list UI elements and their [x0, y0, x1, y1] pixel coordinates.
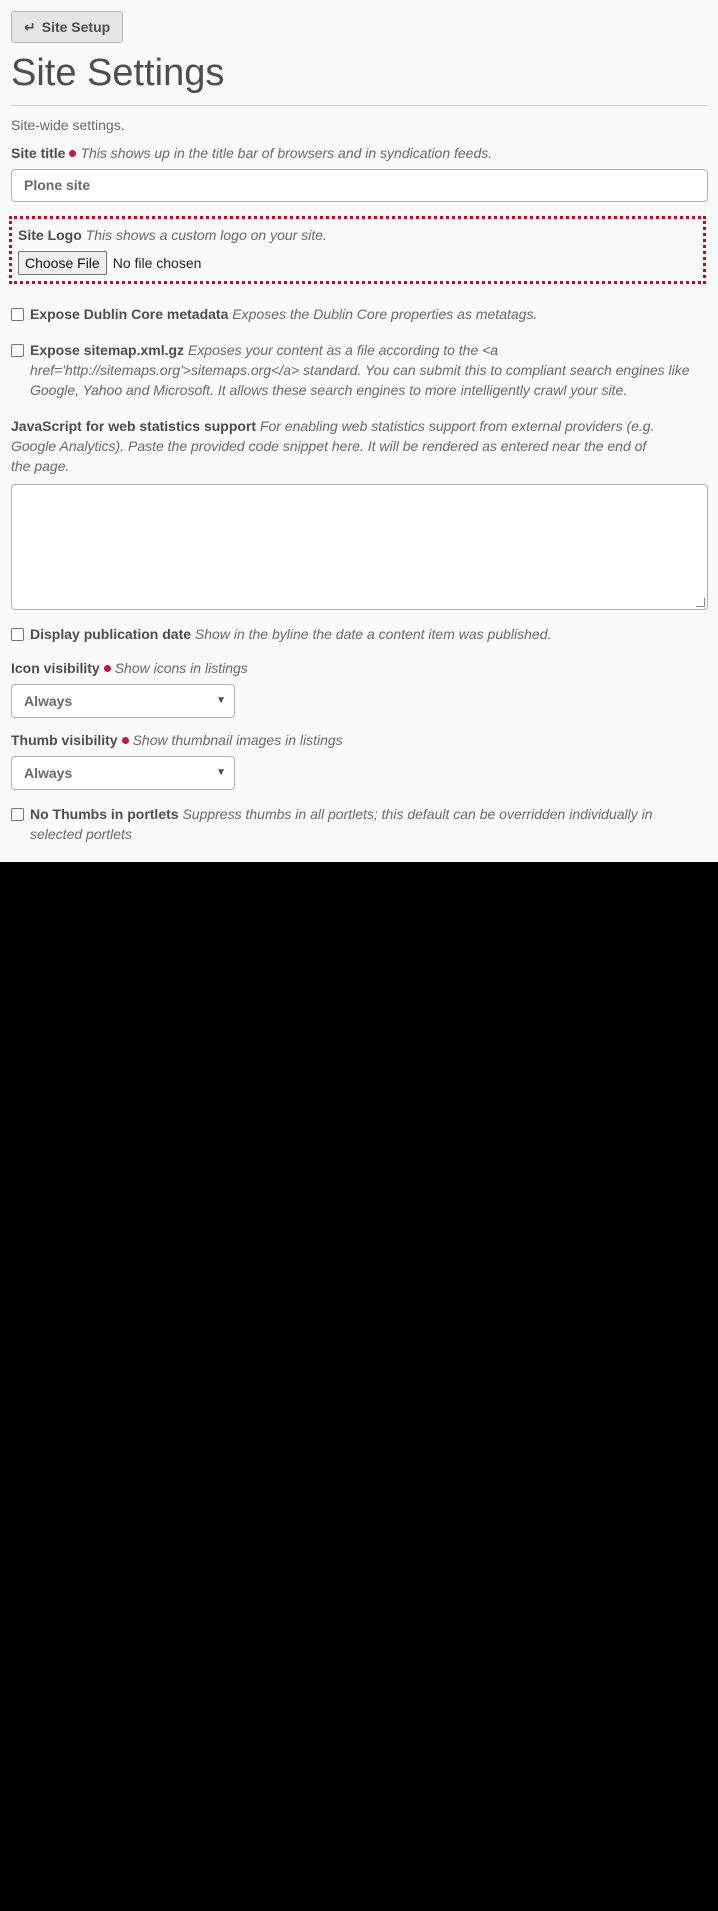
site-logo-label: Site Logo: [18, 226, 82, 243]
return-arrow-icon: ↵: [24, 18, 36, 35]
thumb-visibility-field: Thumb visibility Show thumbnail images in…: [11, 732, 708, 790]
pubdate-field: Display publication date Show in the byl…: [11, 624, 708, 644]
icon-visibility-label: Icon visibility: [11, 659, 100, 676]
icon-visibility-value: Always: [24, 692, 73, 709]
dublin-core-help: Exposes the Dublin Core properties as me…: [232, 305, 538, 322]
webstats-label: JavaScript for web statistics support: [11, 417, 257, 434]
dublin-core-checkbox[interactable]: [11, 307, 24, 321]
choose-file-button[interactable]: Choose File: [18, 250, 107, 275]
icon-visibility-select[interactable]: Always ▼: [11, 683, 235, 718]
dublin-core-label: Expose Dublin Core metadata: [30, 305, 229, 322]
file-status: No file chosen: [112, 254, 202, 271]
site-setup-label: Site Setup: [41, 19, 111, 35]
required-icon: [103, 665, 111, 673]
site-logo-field: Site Logo This shows a custom logo on yo…: [9, 215, 706, 284]
webstats-textarea[interactable]: [11, 483, 708, 610]
thumb-visibility-select[interactable]: Always ▼: [11, 755, 235, 790]
chevron-down-icon: ▼: [216, 767, 226, 779]
resize-handle-icon[interactable]: [696, 597, 705, 607]
icon-visibility-field: Icon visibility Show icons in listings Al…: [11, 660, 708, 718]
site-title-field: Site title This shows up in the title bar…: [11, 145, 708, 202]
chevron-down-icon: ▼: [216, 695, 226, 707]
settings-page: ↵ Site Setup Site Settings Site-wide set…: [0, 0, 718, 862]
pubdate-checkbox[interactable]: [11, 627, 24, 641]
sitemap-checkbox[interactable]: [11, 343, 24, 357]
pubdate-label: Display publication date: [30, 625, 192, 642]
page-title: Site Settings: [11, 52, 708, 106]
site-title-help: This shows up in the title bar of browse…: [80, 144, 493, 161]
dublin-core-field: Expose Dublin Core metadata Exposes the …: [11, 304, 708, 324]
site-title-label: Site title: [11, 144, 66, 161]
site-setup-button[interactable]: ↵ Site Setup: [11, 11, 124, 43]
sitemap-field: Expose sitemap.xml.gz Exposes your conte…: [11, 340, 708, 400]
webstats-field: JavaScript for web statistics support Fo…: [11, 416, 708, 610]
pubdate-help: Show in the byline the date a content it…: [194, 625, 552, 642]
thumb-visibility-help: Show thumbnail images in listings: [132, 731, 343, 748]
sitemap-label: Expose sitemap.xml.gz: [30, 341, 185, 358]
required-icon: [69, 150, 77, 158]
site-title-input[interactable]: Plone site: [11, 168, 708, 202]
page-description: Site-wide settings.: [11, 116, 125, 133]
thumb-visibility-label: Thumb visibility: [11, 731, 118, 748]
no-thumbs-portlets-checkbox[interactable]: [11, 807, 24, 821]
site-logo-help: This shows a custom logo on your site.: [85, 226, 327, 243]
no-thumbs-portlets-label: No Thumbs in portlets: [30, 805, 179, 822]
required-icon: [121, 737, 129, 745]
thumb-visibility-value: Always: [24, 764, 73, 781]
icon-visibility-help: Show icons in listings: [114, 659, 248, 676]
no-thumbs-portlets-field: No Thumbs in portlets Suppress thumbs in…: [11, 804, 708, 844]
